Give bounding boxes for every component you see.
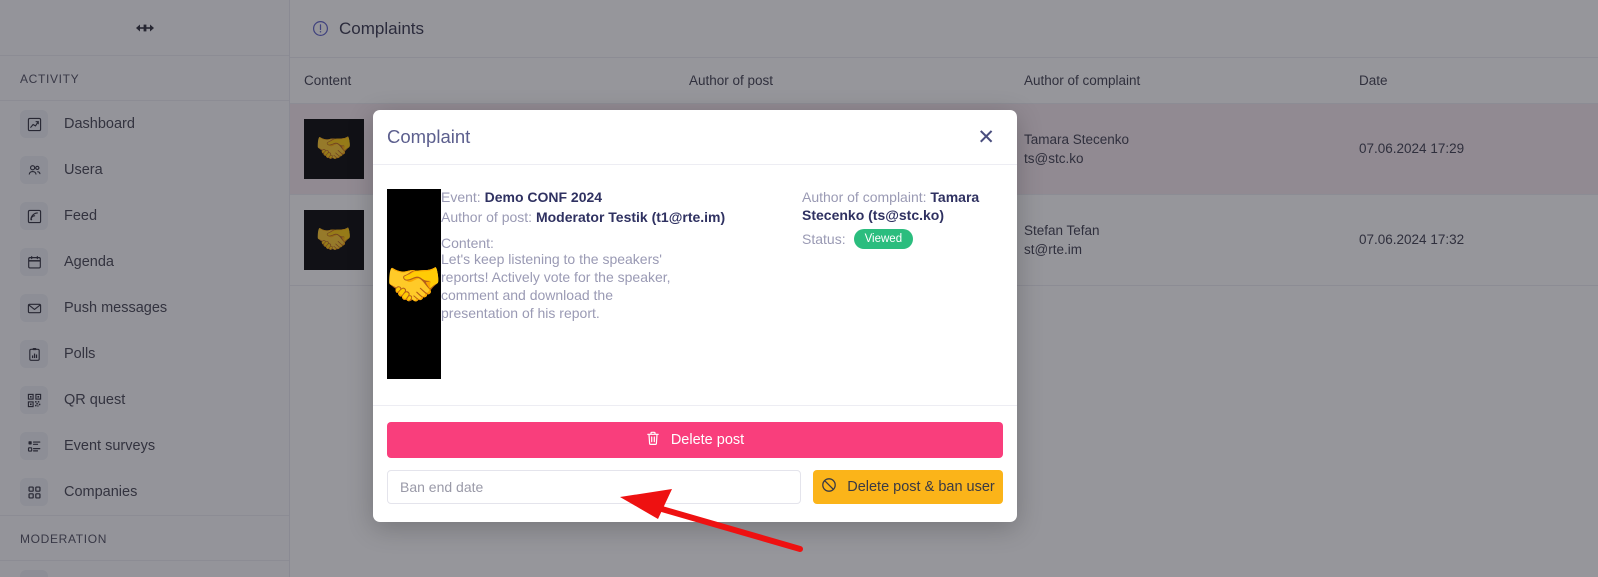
status-badge: Viewed [853, 228, 914, 250]
modal-author-post-line: Author of post: Moderator Testik (t1@rte… [441, 209, 725, 227]
modal-body: 🤝 Event: Demo CONF 2024 Author of post: … [373, 165, 1017, 406]
modal-status-label: Status: [802, 231, 846, 247]
modal-title: Complaint [387, 126, 471, 147]
trash-icon [646, 431, 660, 450]
delete-post-and-ban-user-button[interactable]: Delete post & ban user [813, 470, 1003, 504]
ban-end-date-input[interactable] [387, 470, 801, 504]
modal-event-line: Event: Demo CONF 2024 [441, 189, 725, 207]
modal-left-column: 🤝 Event: Demo CONF 2024 Author of post: … [387, 189, 802, 379]
no-entry-icon [821, 477, 837, 497]
modal-author-post-label: Author of post: [441, 208, 533, 225]
modal-event-label: Event: [441, 189, 481, 205]
delete-post-button-label: Delete post [670, 432, 745, 448]
modal-header: Complaint ✕ [373, 110, 1017, 165]
app-root: ACTIVITY Dashboard Usera Feed Agenda Pus… [0, 0, 1598, 577]
modal-post-details: Event: Demo CONF 2024 Author of post: Mo… [441, 189, 725, 379]
modal-author-complaint-line: Author of complaint: Tamara Stecenko (ts… [802, 189, 1003, 225]
delete-post-button[interactable]: Delete post [387, 422, 1003, 458]
modal-author-complaint-label: Author of complaint: [802, 189, 927, 205]
modal-status-row: Status: Viewed [802, 228, 1003, 250]
modal-author-post-value: Moderator Testik (t1@rte.im) [535, 208, 726, 225]
modal-event-value: Demo CONF 2024 [484, 189, 603, 205]
handshake-emoji: 🤝 [387, 189, 441, 379]
complaint-modal: Complaint ✕ 🤝 Event: Demo CONF 2024 Auth… [373, 110, 1017, 522]
modal-content-value: Let's keep listening to the speakers' re… [441, 250, 671, 321]
ban-button-label: Delete post & ban user [847, 479, 995, 495]
close-icon[interactable]: ✕ [977, 127, 995, 148]
modal-footer: Delete post Delete post & ban user [373, 406, 1017, 522]
ban-controls-row: Delete post & ban user [387, 470, 1003, 504]
modal-right-column: Author of complaint: Tamara Stecenko (ts… [802, 189, 1003, 379]
modal-content-label: Content: [441, 234, 494, 251]
